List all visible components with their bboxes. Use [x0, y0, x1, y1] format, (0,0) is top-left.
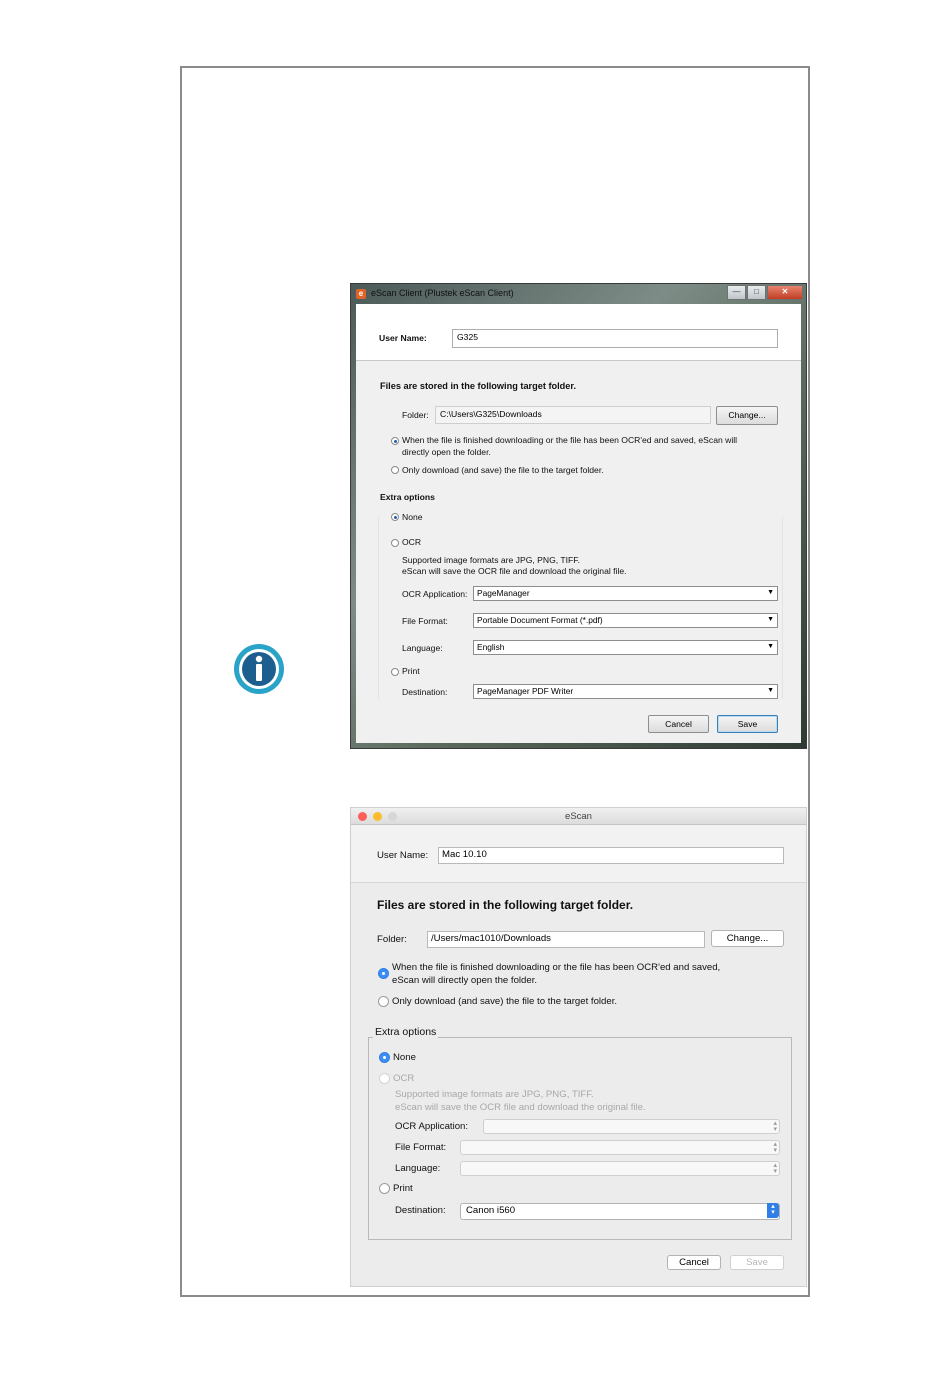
ocr-description-line1: Supported image formats are JPG, PNG, TI… [402, 555, 580, 565]
ocr-radio[interactable] [379, 1073, 390, 1084]
print-label: Print [402, 666, 420, 676]
cancel-button[interactable]: Cancel [648, 715, 709, 733]
ocr-application-value: PageManager [477, 588, 530, 598]
ocr-label: OCR [393, 1073, 415, 1084]
none-label: None [402, 512, 423, 522]
language-label: Language: [402, 643, 443, 653]
open-folder-radio[interactable] [378, 968, 389, 979]
download-only-radio[interactable] [391, 466, 399, 474]
escan-app-icon: e [356, 289, 366, 299]
none-radio[interactable] [391, 513, 399, 521]
language-label: Language: [395, 1163, 441, 1174]
open-folder-option-label-line1: When the file is finished downloading or… [402, 435, 738, 445]
change-folder-button[interactable]: Change... [716, 406, 778, 425]
file-format-select[interactable]: Portable Document Format (*.pdf) ▼ [473, 613, 778, 628]
ocr-application-popup[interactable]: ▴ ▾ [483, 1119, 780, 1134]
cancel-button[interactable]: Cancel [667, 1255, 721, 1270]
download-only-option-label: Only download (and save) the file to the… [402, 465, 604, 475]
destination-label: Destination: [402, 687, 448, 697]
info-icon [234, 644, 284, 694]
folder-input[interactable]: /Users/mac1010/Downloads [427, 931, 705, 948]
open-folder-radio[interactable] [391, 437, 399, 445]
title-bar: eScan [351, 808, 806, 825]
maximize-icon[interactable]: □ [747, 285, 766, 300]
folder-label: Folder: [377, 934, 407, 945]
target-folder-heading: Files are stored in the following target… [377, 898, 634, 912]
file-format-label: File Format: [402, 616, 448, 626]
folder-input[interactable]: C:\Users\G325\Downloads [435, 406, 711, 424]
destination-value: PageManager PDF Writer [477, 686, 574, 696]
extra-options-heading: Extra options [380, 492, 435, 502]
print-label: Print [393, 1183, 413, 1194]
dialog-body: User Name: G325 Files are stored in the … [356, 304, 801, 743]
target-folder-heading: Files are stored in the following target… [380, 381, 577, 391]
save-button[interactable]: Save [717, 715, 778, 733]
none-radio[interactable] [379, 1052, 390, 1063]
user-name-panel: User Name: Mac 10.10 [351, 825, 806, 883]
ocr-label: OCR [402, 537, 422, 547]
stepper-arrows-icon: ▴ ▾ [773, 1162, 777, 1175]
window-title: eScan [565, 811, 592, 822]
close-icon[interactable]: ✕ [767, 285, 803, 300]
stepper-arrows-icon: ▴ ▾ [773, 1120, 777, 1133]
language-value: English [477, 642, 505, 652]
ocr-radio[interactable] [391, 539, 399, 547]
extra-options-heading: Extra options [373, 1026, 439, 1038]
ocr-description-line2: eScan will save the OCR file and downloa… [402, 566, 627, 576]
open-folder-option-label-line2: directly open the folder. [402, 447, 491, 457]
user-name-input[interactable]: G325 [452, 329, 778, 348]
user-name-input[interactable]: Mac 10.10 [438, 847, 784, 864]
print-radio[interactable] [391, 668, 399, 676]
dropdown-arrow-icon: ▼ [767, 589, 774, 596]
download-only-option-label: Only download (and save) the file to the… [392, 996, 618, 1007]
destination-label: Destination: [395, 1205, 446, 1216]
destination-popup[interactable]: Canon i560 ▴ ▾ [460, 1203, 780, 1220]
folder-label: Folder: [402, 410, 429, 420]
change-folder-button[interactable]: Change... [711, 930, 784, 947]
ocr-description-line2: eScan will save the OCR file and downloa… [395, 1102, 646, 1113]
extra-options-group [378, 517, 783, 699]
user-name-label: User Name: [379, 333, 427, 343]
stepper-arrows-icon: ▴ ▾ [773, 1141, 777, 1154]
dropdown-arrow-icon: ▼ [767, 643, 774, 650]
minimize-icon[interactable]: — [727, 285, 746, 300]
dropdown-arrow-icon: ▼ [767, 687, 774, 694]
ocr-application-select[interactable]: PageManager ▼ [473, 586, 778, 601]
user-name-label: User Name: [377, 850, 429, 861]
dropdown-arrow-icon: ▼ [767, 616, 774, 623]
windows-escan-dialog: e eScan Client (Plustek eScan Client) — … [350, 283, 807, 749]
file-format-popup[interactable]: ▴ ▾ [460, 1140, 780, 1155]
title-bar: e eScan Client (Plustek eScan Client) — … [351, 284, 806, 304]
user-name-panel: User Name: G325 [356, 304, 801, 361]
download-only-radio[interactable] [378, 996, 389, 1007]
destination-select[interactable]: PageManager PDF Writer ▼ [473, 684, 778, 699]
language-popup[interactable]: ▴ ▾ [460, 1161, 780, 1176]
ocr-application-label: OCR Application: [402, 589, 468, 599]
file-format-label: File Format: [395, 1142, 447, 1153]
stepper-arrows-icon: ▴ ▾ [767, 1203, 779, 1218]
ocr-application-label: OCR Application: [395, 1121, 469, 1132]
language-select[interactable]: English ▼ [473, 640, 778, 655]
print-radio[interactable] [379, 1183, 390, 1194]
mac-escan-dialog: eScan User Name: Mac 10.10 Files are sto… [350, 807, 807, 1287]
file-format-value: Portable Document Format (*.pdf) [477, 615, 603, 625]
save-button[interactable]: Save [730, 1255, 784, 1270]
ocr-description-line1: Supported image formats are JPG, PNG, TI… [395, 1089, 594, 1100]
none-label: None [393, 1052, 416, 1063]
open-folder-option-label-line2: eScan will directly open the folder. [392, 975, 538, 986]
open-folder-option-label-line1: When the file is finished downloading or… [392, 962, 721, 973]
destination-value: Canon i560 [466, 1205, 516, 1216]
window-title: eScan Client (Plustek eScan Client) [371, 288, 514, 298]
